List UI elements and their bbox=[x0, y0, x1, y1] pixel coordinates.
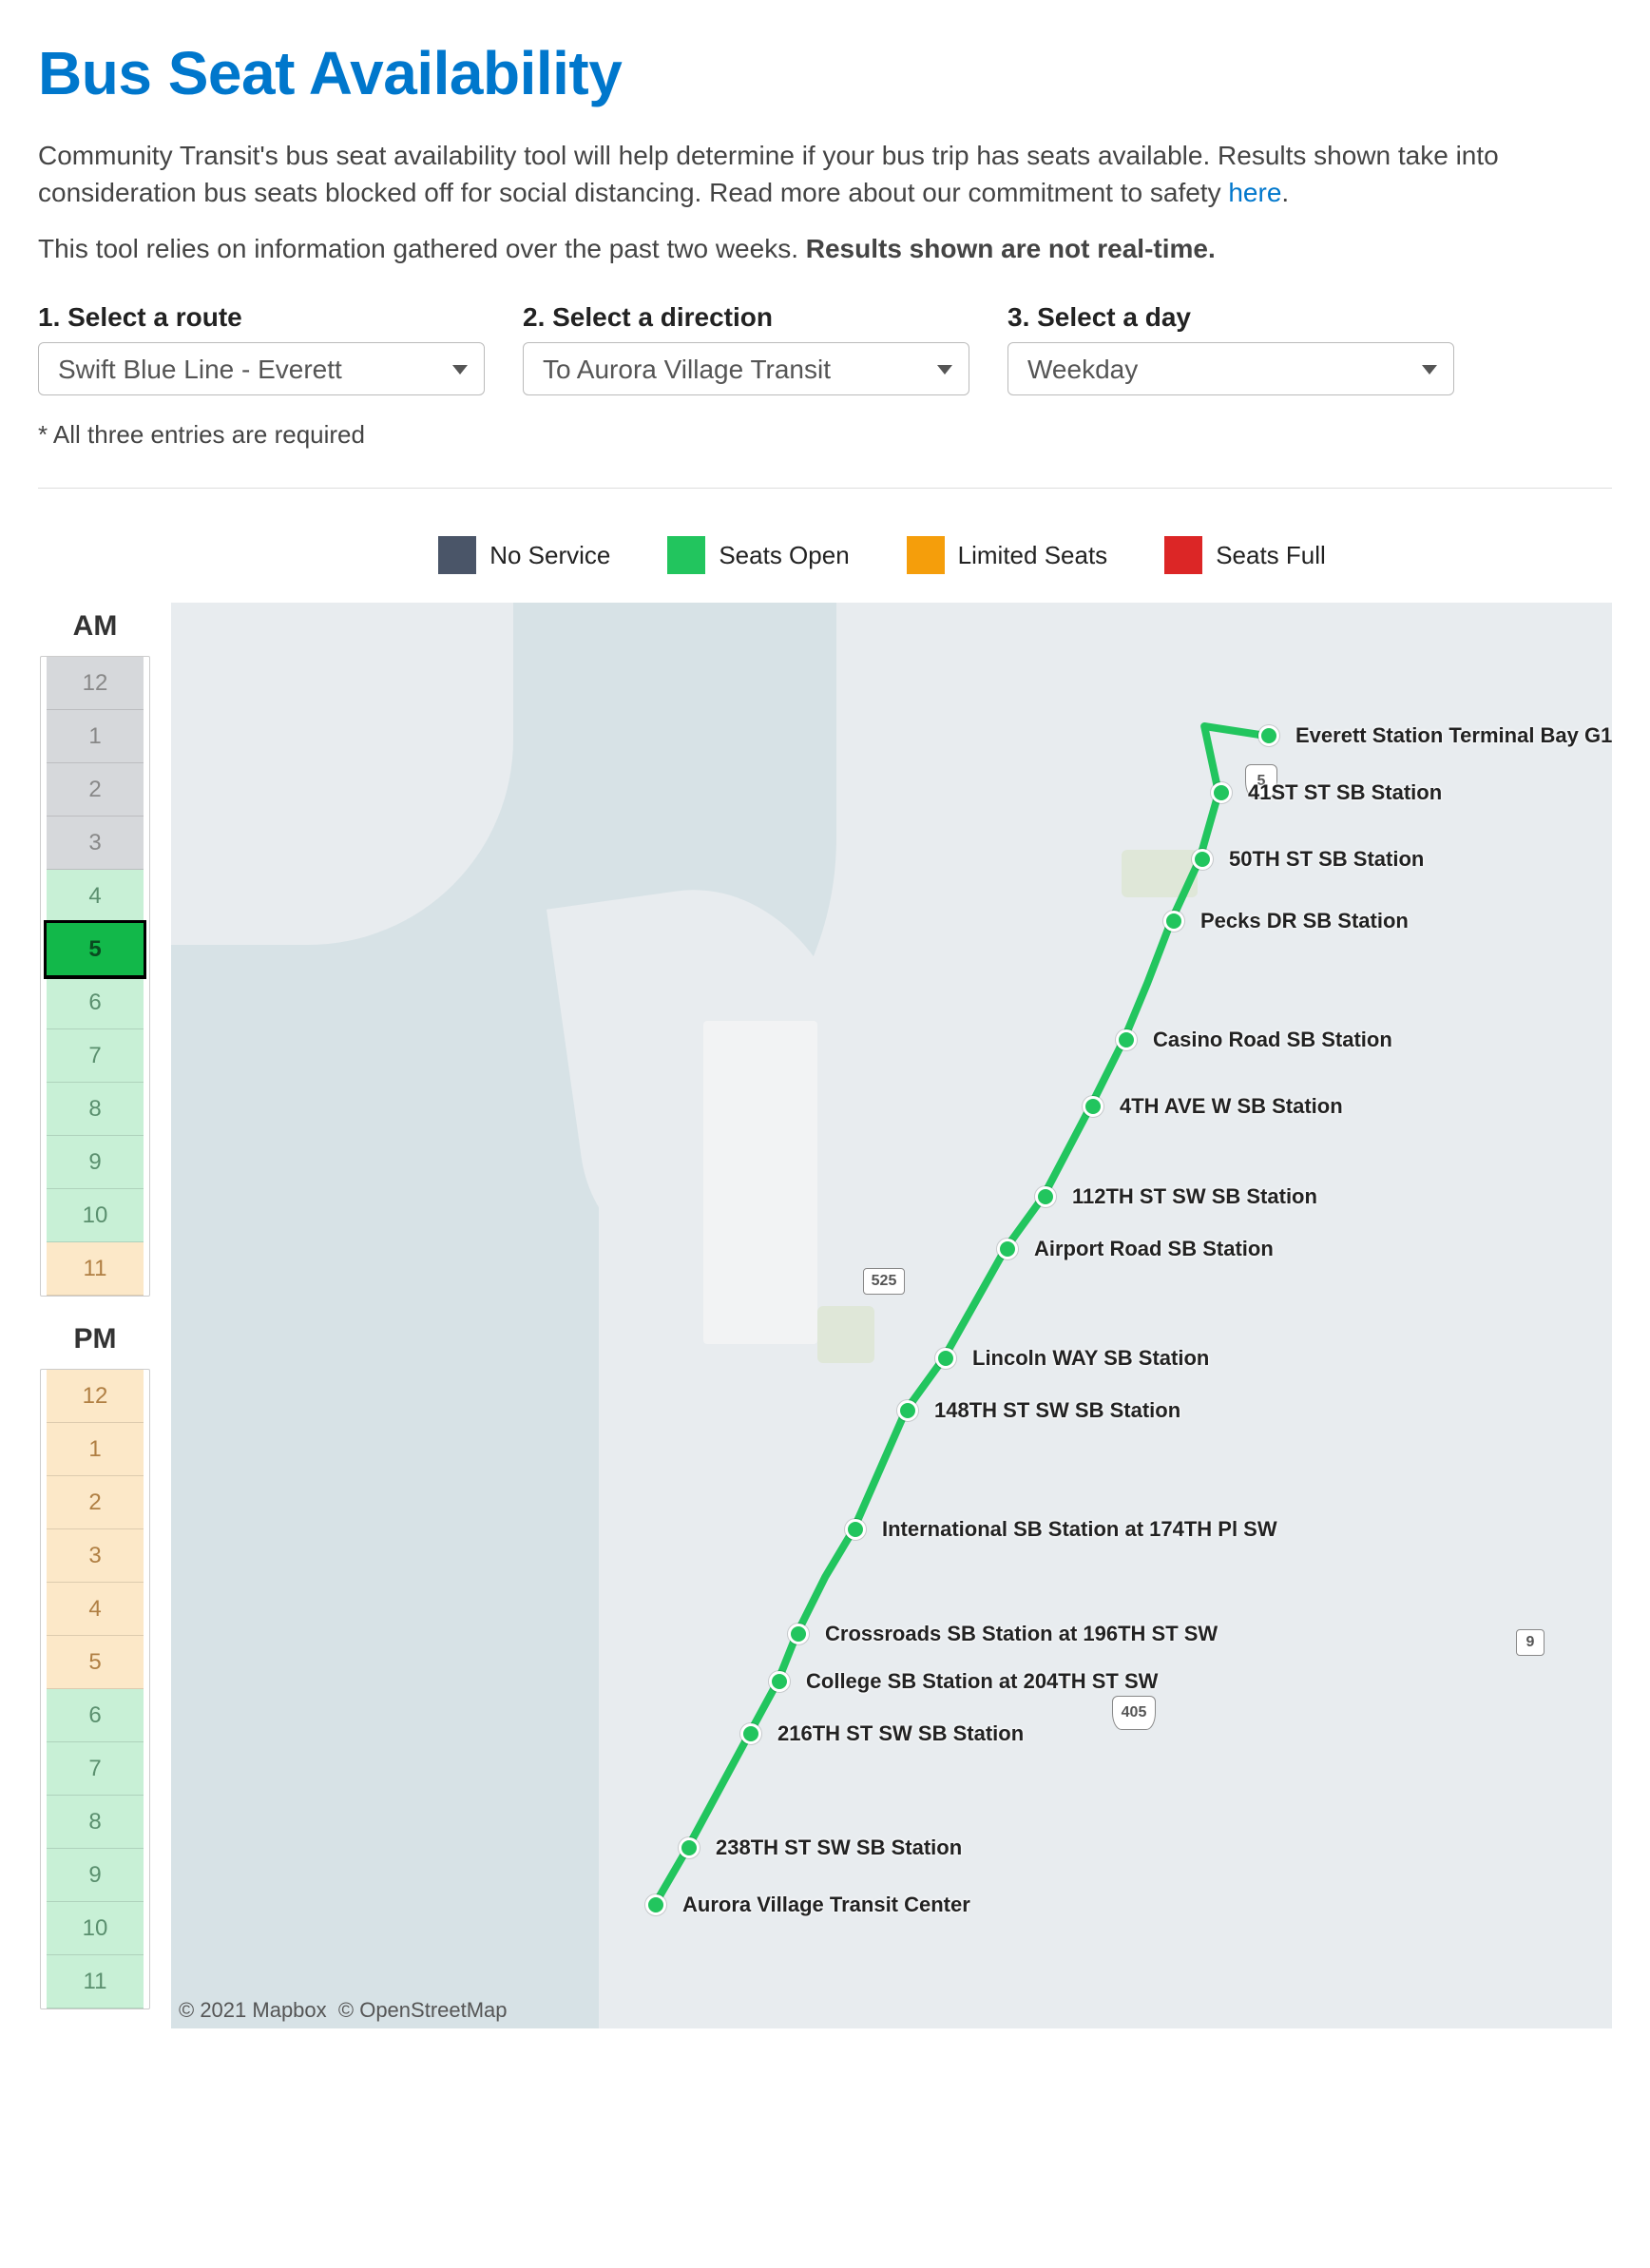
station-label: 4TH AVE W SB Station bbox=[1120, 1094, 1343, 1119]
station-dot[interactable] bbox=[788, 1624, 809, 1644]
direction-select[interactable]: To Aurora Village Transit bbox=[523, 342, 969, 395]
page-title: Bus Seat Availability bbox=[38, 38, 1612, 108]
hour-pm-12[interactable]: 12 bbox=[47, 1370, 144, 1423]
station-label: 216TH ST SW SB Station bbox=[777, 1721, 1024, 1746]
hour-pm-1[interactable]: 1 bbox=[47, 1423, 144, 1476]
pm-hours: 121234567891011 bbox=[40, 1369, 150, 2009]
station-dot[interactable] bbox=[1258, 725, 1279, 746]
hour-pm-4[interactable]: 4 bbox=[47, 1583, 144, 1636]
station-label: Crossroads SB Station at 196TH ST SW bbox=[825, 1622, 1218, 1646]
day-select[interactable]: Weekday bbox=[1007, 342, 1454, 395]
osm-link[interactable]: © OpenStreetMap bbox=[338, 1998, 508, 2022]
intro-paragraph: Community Transit's bus seat availabilit… bbox=[38, 137, 1612, 211]
hour-am-12[interactable]: 12 bbox=[47, 657, 144, 710]
pm-label: PM bbox=[38, 1323, 152, 1355]
legend-swatch-limited bbox=[907, 536, 945, 574]
station-dot[interactable] bbox=[935, 1348, 956, 1369]
legend-swatch-noservice bbox=[438, 536, 476, 574]
mapbox-link[interactable]: © 2021 Mapbox bbox=[179, 1998, 327, 2022]
station-label: Pecks DR SB Station bbox=[1200, 909, 1409, 933]
station-dot[interactable] bbox=[645, 1894, 666, 1915]
note-prefix: This tool relies on information gathered… bbox=[38, 234, 806, 263]
hour-pm-3[interactable]: 3 bbox=[47, 1529, 144, 1583]
hour-am-8[interactable]: 8 bbox=[47, 1083, 144, 1136]
station-dot[interactable] bbox=[1211, 782, 1232, 803]
station-label: Lincoln WAY SB Station bbox=[972, 1346, 1209, 1371]
station-label: 148TH ST SW SB Station bbox=[934, 1398, 1180, 1423]
hour-pm-6[interactable]: 6 bbox=[47, 1689, 144, 1742]
hour-am-4[interactable]: 4 bbox=[47, 870, 144, 923]
legend: No Service Seats Open Limited Seats Seat… bbox=[38, 536, 1612, 574]
hour-am-3[interactable]: 3 bbox=[47, 817, 144, 870]
route-525-shield-icon: 525 bbox=[863, 1268, 905, 1295]
divider bbox=[38, 488, 1612, 489]
hour-pm-8[interactable]: 8 bbox=[47, 1796, 144, 1849]
station-label: Airport Road SB Station bbox=[1034, 1237, 1274, 1261]
route-map[interactable]: 5 405 525 9 Everett Station Terminal Bay… bbox=[171, 603, 1612, 2028]
hour-am-5[interactable]: 5 bbox=[47, 923, 144, 976]
station-label: College SB Station at 204TH ST SW bbox=[806, 1669, 1158, 1694]
station-dot[interactable] bbox=[1083, 1096, 1103, 1117]
station-dot[interactable] bbox=[1163, 911, 1184, 932]
direction-label: 2. Select a direction bbox=[523, 302, 969, 333]
hour-am-10[interactable]: 10 bbox=[47, 1189, 144, 1242]
hour-am-7[interactable]: 7 bbox=[47, 1029, 144, 1083]
station-dot[interactable] bbox=[897, 1400, 918, 1421]
hour-am-1[interactable]: 1 bbox=[47, 710, 144, 763]
note-paragraph: This tool relies on information gathered… bbox=[38, 234, 1612, 264]
legend-swatch-full bbox=[1164, 536, 1202, 574]
station-dot[interactable] bbox=[740, 1723, 761, 1744]
route-select[interactable]: Swift Blue Line - Everett bbox=[38, 342, 485, 395]
legend-label-full: Seats Full bbox=[1216, 541, 1326, 570]
day-label: 3. Select a day bbox=[1007, 302, 1454, 333]
am-hours: 121234567891011 bbox=[40, 656, 150, 1297]
legend-label-open: Seats Open bbox=[719, 541, 849, 570]
station-label: 238TH ST SW SB Station bbox=[716, 1836, 962, 1860]
main-area: AM 121234567891011 PM 121234567891011 5 … bbox=[38, 603, 1612, 2036]
note-bold: Results shown are not real-time. bbox=[806, 234, 1216, 263]
station-dot[interactable] bbox=[679, 1837, 700, 1858]
legend-swatch-open bbox=[667, 536, 705, 574]
route-9-shield-icon: 9 bbox=[1516, 1629, 1544, 1656]
station-label: Aurora Village Transit Center bbox=[682, 1893, 970, 1917]
hour-pm-10[interactable]: 10 bbox=[47, 1902, 144, 1955]
hour-am-6[interactable]: 6 bbox=[47, 976, 144, 1029]
hour-pm-2[interactable]: 2 bbox=[47, 1476, 144, 1529]
station-label: 41ST ST SB Station bbox=[1248, 780, 1442, 805]
station-label: International SB Station at 174TH Pl SW bbox=[882, 1517, 1277, 1542]
route-label: 1. Select a route bbox=[38, 302, 485, 333]
hour-am-9[interactable]: 9 bbox=[47, 1136, 144, 1189]
station-label: 112TH ST SW SB Station bbox=[1072, 1184, 1317, 1209]
station-label: Casino Road SB Station bbox=[1153, 1028, 1392, 1052]
station-dot[interactable] bbox=[845, 1519, 866, 1540]
hour-pm-7[interactable]: 7 bbox=[47, 1742, 144, 1796]
hwy-405-shield-icon: 405 bbox=[1112, 1696, 1156, 1730]
selector-row: 1. Select a route Swift Blue Line - Ever… bbox=[38, 302, 1612, 395]
intro-end: . bbox=[1281, 178, 1289, 207]
am-label: AM bbox=[38, 610, 152, 643]
required-note: * All three entries are required bbox=[38, 420, 1612, 450]
station-dot[interactable] bbox=[1116, 1029, 1137, 1050]
safety-link[interactable]: here bbox=[1228, 178, 1281, 207]
station-dot[interactable] bbox=[769, 1671, 790, 1692]
station-label: 50TH ST SB Station bbox=[1229, 847, 1424, 872]
hour-pm-5[interactable]: 5 bbox=[47, 1636, 144, 1689]
legend-label-limited: Limited Seats bbox=[958, 541, 1108, 570]
station-dot[interactable] bbox=[1192, 849, 1213, 870]
hour-pm-11[interactable]: 11 bbox=[47, 1955, 144, 2009]
time-column: AM 121234567891011 PM 121234567891011 bbox=[38, 603, 152, 2036]
station-dot[interactable] bbox=[1035, 1186, 1056, 1207]
hour-pm-9[interactable]: 9 bbox=[47, 1849, 144, 1902]
station-label: Everett Station Terminal Bay G1 bbox=[1295, 723, 1612, 748]
station-dot[interactable] bbox=[997, 1239, 1018, 1259]
hour-am-11[interactable]: 11 bbox=[47, 1242, 144, 1296]
legend-label-noservice: No Service bbox=[489, 541, 610, 570]
map-attribution: © 2021 Mapbox © OpenStreetMap bbox=[179, 1998, 508, 2023]
hour-am-2[interactable]: 2 bbox=[47, 763, 144, 817]
